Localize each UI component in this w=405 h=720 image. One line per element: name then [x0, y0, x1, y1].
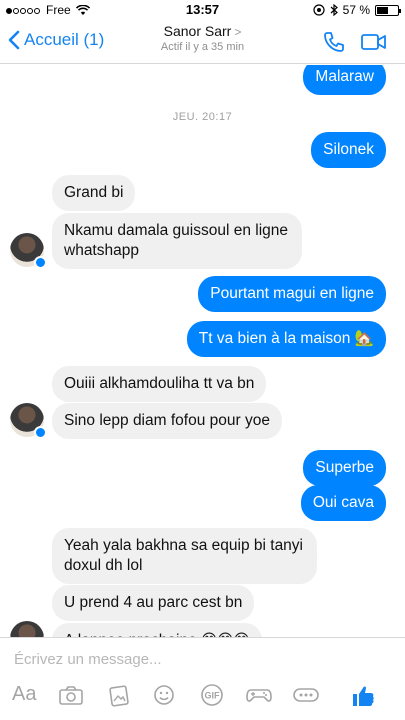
message-outgoing[interactable]: Pourtant magui en ligne: [198, 276, 386, 312]
message-outgoing[interactable]: Silonek: [311, 132, 386, 168]
messenger-badge-icon: [34, 256, 47, 269]
message-incoming[interactable]: Ouiii alkhamdouliha tt va bn: [52, 366, 267, 402]
message-incoming[interactable]: Yeah yala bakhna sa equip bi tanyi doxul…: [52, 528, 317, 584]
camera-icon[interactable]: [58, 683, 84, 707]
game-icon[interactable]: [245, 683, 273, 707]
phone-icon[interactable]: [322, 30, 346, 54]
like-icon[interactable]: [350, 683, 376, 709]
conversation-header: Accueil (1) Sanor Sarr > Actif il y a 35 …: [0, 20, 405, 64]
avatar[interactable]: [10, 621, 44, 637]
svg-text:GIF: GIF: [205, 691, 221, 701]
message-outgoing[interactable]: Superbe: [303, 450, 386, 486]
more-icon[interactable]: [292, 683, 320, 707]
battery-icon: [375, 4, 401, 16]
message-outgoing[interactable]: Malaraw: [303, 65, 386, 95]
messenger-badge-icon: [34, 426, 47, 439]
composer: Écrivez un message... Aa GIF: [0, 637, 405, 720]
location-icon: [313, 4, 325, 16]
avatar[interactable]: [10, 233, 47, 269]
status-bar: Free 13:57 57 %: [0, 0, 405, 20]
contact-name: Sanor Sarr: [163, 23, 232, 39]
video-icon[interactable]: [360, 30, 388, 54]
message-incoming[interactable]: Grand bi: [52, 175, 136, 211]
gallery-icon[interactable]: [107, 683, 131, 707]
aa-button[interactable]: Aa: [12, 683, 36, 706]
timestamp: JEU. 20:17: [172, 111, 233, 123]
battery-percent: 57 %: [342, 3, 370, 17]
message-list[interactable]: Malaraw JEU. 20:17 Silonek Grand bi Nkam…: [0, 65, 405, 637]
composer-toolbar: Aa GIF: [0, 683, 405, 713]
chevron-right-icon: >: [234, 25, 242, 39]
message-input[interactable]: Écrivez un message...: [14, 651, 162, 668]
message-incoming[interactable]: Nkamu damala guissoul en ligne whatshapp: [52, 213, 302, 269]
avatar[interactable]: [10, 403, 47, 439]
message-incoming[interactable]: Sino lepp diam fofou pour yoe: [52, 403, 282, 439]
gif-icon[interactable]: GIF: [199, 683, 225, 707]
message-incoming[interactable]: U prend 4 au parc cest bn: [52, 585, 255, 621]
message-outgoing[interactable]: Oui cava: [300, 485, 386, 521]
message-outgoing[interactable]: Tt va bien à la maison 🏡: [186, 321, 386, 357]
message-incoming[interactable]: A lannee prochaine 😊😊😊: [52, 623, 262, 637]
bluetooth-icon: [330, 4, 338, 16]
emoji-icon[interactable]: [152, 683, 176, 707]
